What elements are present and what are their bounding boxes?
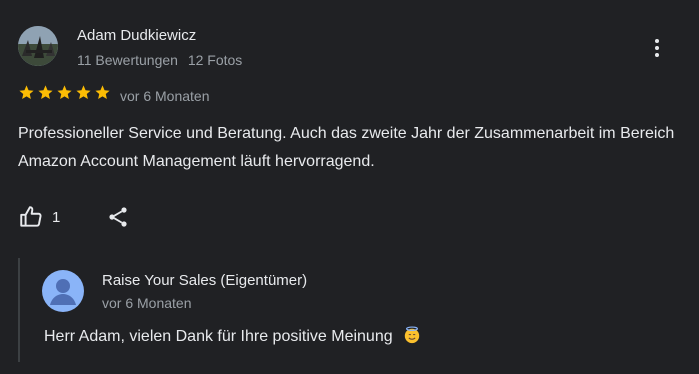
review-text: Professioneller Service und Beratung. Au… (18, 125, 675, 170)
share-icon (109, 207, 127, 227)
star-icon (57, 85, 72, 100)
share-button[interactable] (104, 203, 132, 231)
author-photo (18, 26, 58, 66)
owner-reply-date: vor 6 Monaten (102, 295, 192, 311)
like-button[interactable]: 1 (18, 203, 78, 231)
star-icon (19, 85, 34, 100)
author-name[interactable]: Adam Dudkiewicz (77, 27, 196, 44)
owner-reply: Raise Your Sales (Eigentümer) vor 6 Mona… (18, 258, 680, 362)
more-options-button[interactable] (645, 34, 669, 62)
owner-reply-text: Herr Adam, vielen Dank für Ihre positive… (44, 328, 393, 345)
star-rating (18, 84, 111, 104)
more-vert-icon (655, 39, 659, 57)
review-card: Adam Dudkiewicz 11 Bewertungen 12 Fotos … (0, 0, 699, 374)
like-count: 1 (52, 208, 61, 226)
owner-avatar-icon[interactable] (42, 270, 84, 312)
owner-reply-text-row: Herr Adam, vielen Dank für Ihre positive… (44, 326, 421, 346)
photo-count: 12 Fotos (187, 52, 243, 68)
review-date: vor 6 Monaten (120, 88, 210, 104)
owner-name: Raise Your Sales (Eigentümer) (102, 272, 308, 289)
star-icon (76, 85, 91, 100)
thumb-up-icon (20, 206, 42, 227)
review-count: 11 Bewertungen (77, 52, 178, 68)
smiling-face-with-halo-icon (404, 326, 420, 344)
star-icon (38, 85, 53, 100)
author-avatar[interactable] (18, 26, 58, 66)
star-icon (95, 85, 110, 100)
author-meta: 11 Bewertungen 12 Fotos (77, 52, 242, 68)
